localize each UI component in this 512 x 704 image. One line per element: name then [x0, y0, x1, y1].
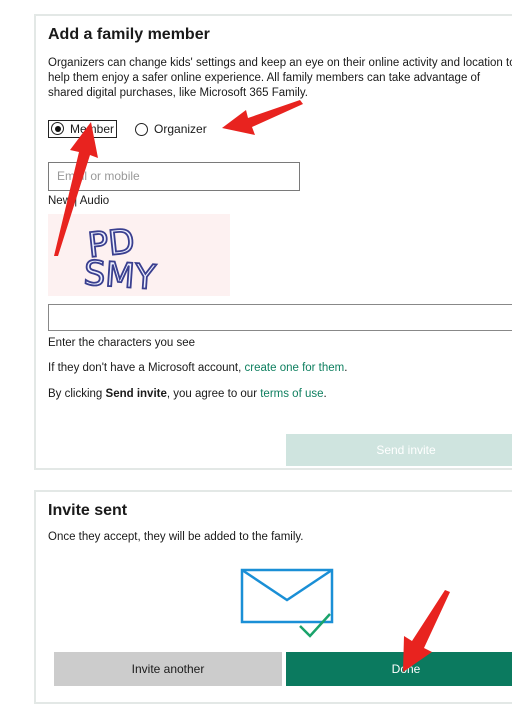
no-account-prefix: If they don't have a Microsoft account,: [48, 362, 245, 374]
panel-description: Organizers can change kids' settings and…: [48, 57, 512, 99]
no-account-text: If they don't have a Microsoft account, …: [48, 361, 347, 376]
panel-title: Add a family member: [48, 26, 210, 43]
envelope-check-icon: [240, 568, 334, 638]
member-radio[interactable]: [51, 122, 64, 135]
captcha-new-link[interactable]: New: [48, 195, 71, 207]
invite-sent-message: Once they accept, they will be added to …: [48, 531, 304, 543]
send-invite-button[interactable]: Send invite: [286, 434, 512, 466]
terms-bold: Send invite: [105, 388, 167, 400]
organizer-radio-label: Organizer: [154, 122, 207, 136]
terms-middle: , you agree to our: [166, 388, 261, 400]
member-radio-label: Member: [70, 122, 115, 136]
captcha-link-separator: |: [71, 195, 80, 207]
captcha-audio-link[interactable]: Audio: [80, 195, 109, 207]
captcha-input[interactable]: [48, 304, 512, 331]
terms-of-use-link[interactable]: terms of use: [260, 388, 323, 400]
captcha-line-2: SMY: [83, 253, 158, 296]
done-button[interactable]: Done: [286, 652, 512, 686]
terms-suffix: .: [323, 388, 327, 400]
captcha-image-graphic: PD SMY: [82, 220, 158, 299]
captcha-links: New | Audio: [48, 194, 109, 209]
member-radio-option[interactable]: Member: [48, 120, 118, 138]
terms-prefix: By clicking: [48, 388, 106, 400]
member-radio-focus-frame: Member: [48, 120, 118, 138]
terms-text: By clicking Send invite, you agree to ou…: [48, 387, 327, 402]
captcha-hint: Enter the characters you see: [48, 337, 196, 349]
organizer-radio-option[interactable]: Organizer: [135, 122, 207, 136]
add-family-member-panel: Add a family member Organizers can chang…: [34, 14, 512, 470]
invite-another-button[interactable]: Invite another: [54, 652, 282, 686]
no-account-suffix: .: [344, 362, 348, 374]
organizer-radio[interactable]: [135, 122, 149, 136]
invite-sent-panel: Invite sent Once they accept, they will …: [34, 490, 512, 704]
email-field[interactable]: Email or mobile: [48, 162, 300, 191]
role-radio-group: Member Organizer: [48, 120, 225, 138]
create-account-link[interactable]: create one for them: [245, 362, 345, 374]
captcha-image: PD SMY: [48, 214, 230, 299]
invite-sent-title: Invite sent: [48, 502, 128, 519]
